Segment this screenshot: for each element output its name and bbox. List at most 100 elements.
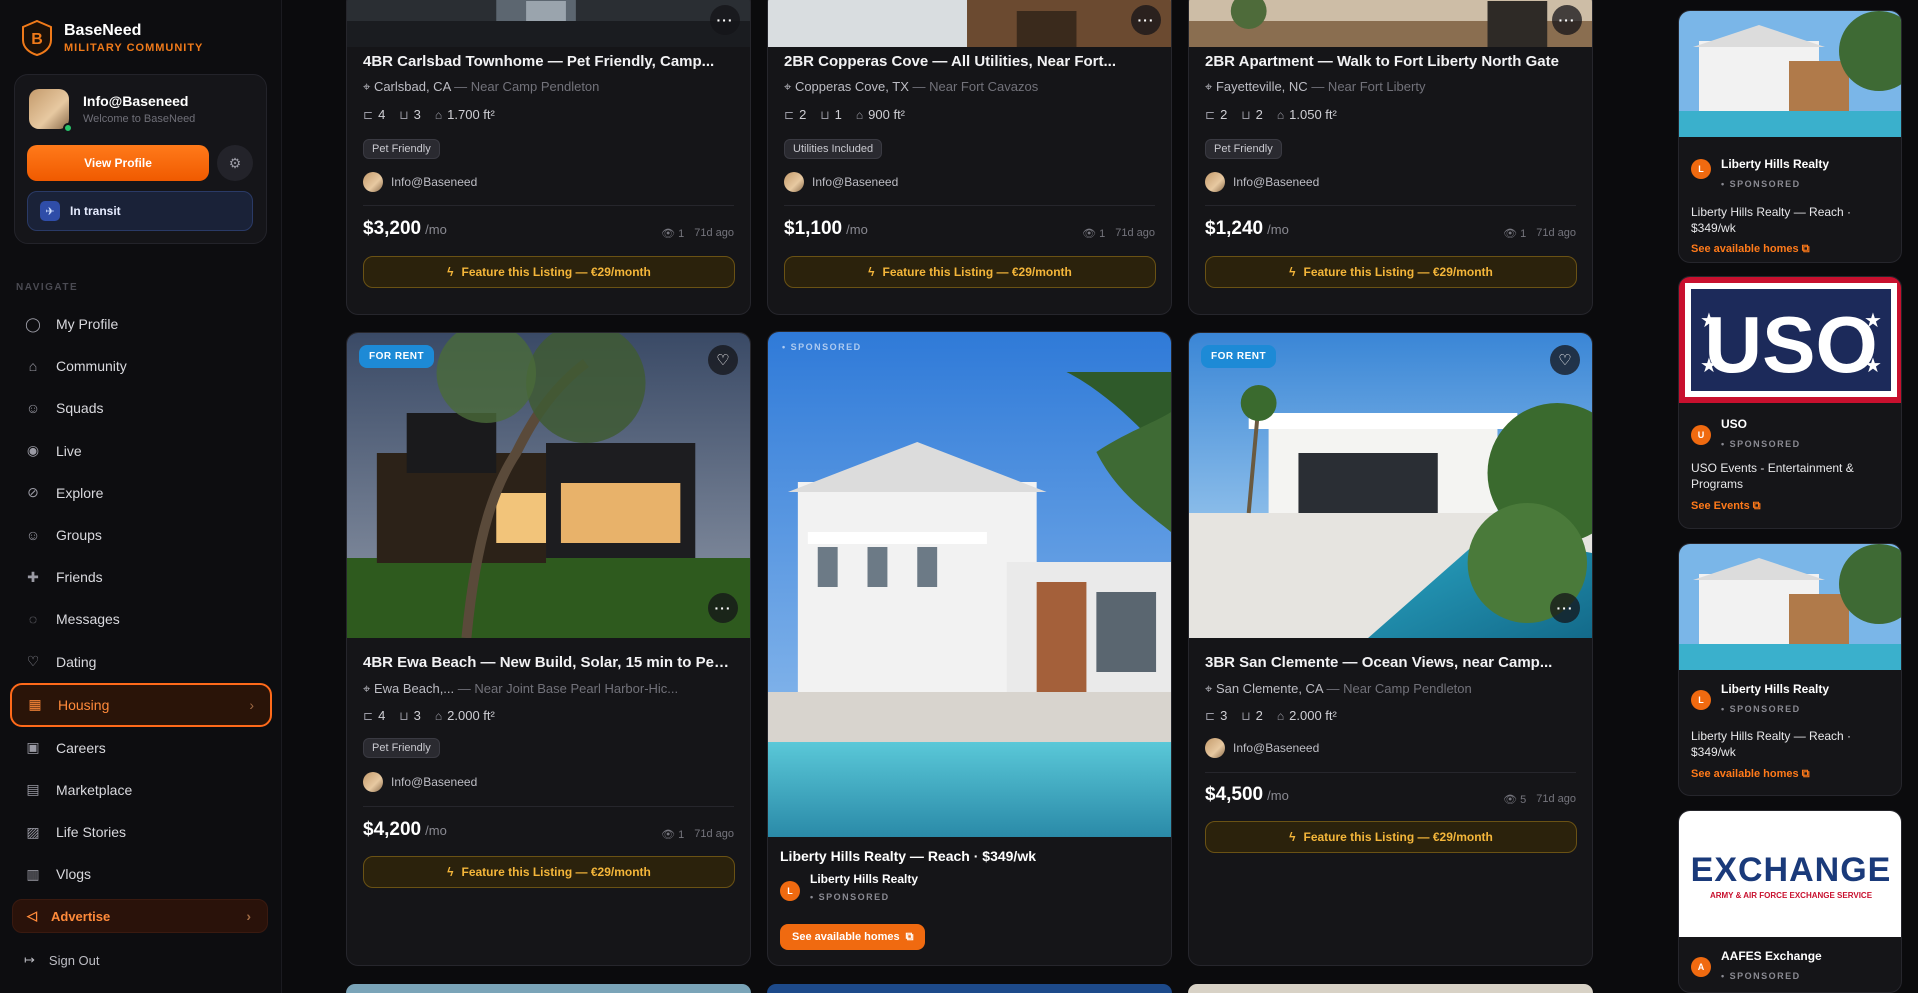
listing-photo[interactable]	[768, 0, 1171, 47]
listing-photo[interactable]	[1189, 333, 1592, 638]
area-value: 1.050 ft²	[1289, 107, 1337, 122]
nav-item-marketplace[interactable]: ▤ Marketplace	[10, 769, 270, 811]
megaphone-icon: ◁	[27, 908, 37, 923]
feature-label: Feature this Listing — €29/month	[461, 865, 651, 879]
listing-owner[interactable]: Info@Baseneed	[363, 772, 477, 792]
feature-listing-button[interactable]: ϟ Feature this Listing — €29/month	[1205, 256, 1577, 288]
brand-subtitle: MILITARY COMMUNITY	[64, 42, 204, 54]
views-count: 👁 1	[1082, 228, 1106, 240]
see-available-homes-button[interactable]: See available homes ⧉	[780, 924, 926, 950]
nav-item-label: Marketplace	[56, 781, 133, 798]
listing-owner[interactable]: Info@Baseneed	[784, 172, 898, 192]
nav-item-groups[interactable]: ☺ Groups	[10, 514, 270, 556]
nav-item-housing[interactable]: ▦ Housing ›	[10, 682, 272, 727]
ad-link[interactable]: See available homes ⧉	[1691, 768, 1810, 781]
more-options-icon[interactable]: ···	[1131, 5, 1161, 35]
sign-out-button[interactable]: ↦ Sign Out	[24, 952, 100, 968]
views-count: 👁 1	[661, 228, 685, 240]
favorite-heart-icon[interactable]: ♡	[708, 345, 738, 375]
nav-item-community[interactable]: ⌂ Community	[10, 345, 270, 387]
svg-text:★: ★	[1700, 310, 1718, 332]
listing-card-peek[interactable]	[346, 984, 751, 993]
listing-card[interactable]: FOR RENT ♡ ··· 3BR San Clemente — Ocean …	[1188, 332, 1593, 966]
ad-brand[interactable]: L Liberty Hills Realty • SPONSORED	[1691, 682, 1829, 714]
sponsored-title[interactable]: Liberty Hills Realty — Reach · $349/wk	[780, 848, 1036, 864]
listing-photo[interactable]	[347, 0, 750, 47]
feature-label: Feature this Listing — €29/month	[882, 265, 1072, 279]
ad-link[interactable]: See Events ⧉	[1691, 500, 1761, 513]
ad-card[interactable]: L Liberty Hills Realty • SPONSORED Libert…	[1678, 543, 1902, 796]
ad-brand[interactable]: L Liberty Hills Realty • SPONSORED	[1691, 157, 1829, 189]
view-profile-button[interactable]: View Profile	[27, 145, 209, 181]
divider	[1205, 205, 1576, 206]
listing-owner[interactable]: Info@Baseneed	[1205, 172, 1319, 192]
ad-link[interactable]: See available homes ⧉	[1691, 243, 1810, 256]
more-options-icon[interactable]: ···	[710, 5, 740, 35]
listing-title[interactable]: 4BR Carlsbad Townhome — Pet Friendly, Ca…	[363, 53, 735, 70]
group-icon: ☺	[25, 527, 41, 544]
nav-item-live[interactable]: ◉ Live	[10, 430, 270, 472]
bolt-icon: ϟ	[868, 265, 875, 279]
uso-logo[interactable]: USO ★ ★ ★ ★	[1679, 277, 1902, 403]
listing-title[interactable]: 3BR San Clemente — Ocean Views, near Cam…	[1205, 654, 1577, 671]
listing-card-peek[interactable]	[1188, 984, 1593, 993]
user-plus-icon: ✚	[27, 568, 39, 585]
nav-item-messages[interactable]: ◌ Messages	[10, 598, 270, 640]
more-options-icon[interactable]: ···	[708, 593, 738, 623]
nav-item-my-profile[interactable]: ◯ My Profile	[10, 303, 270, 345]
more-options-icon[interactable]: ···	[1550, 593, 1580, 623]
advertise-button[interactable]: ◁ Advertise ›	[12, 899, 268, 933]
exchange-logo[interactable]: EXCHANGE ARMY & AIR FORCE EXCHANGE SERVI…	[1679, 811, 1901, 937]
sponsored-photo[interactable]	[768, 332, 1171, 837]
price-value: $3,200	[363, 218, 422, 239]
feature-listing-button[interactable]: ϟ Feature this Listing — €29/month	[363, 256, 735, 288]
external-link-icon: ⧉	[1801, 768, 1810, 780]
listing-card-peek[interactable]	[767, 984, 1172, 993]
feature-label: Feature this Listing — €29/month	[461, 265, 651, 279]
brand[interactable]: B BaseNeed MILITARY COMMUNITY	[22, 20, 203, 56]
ad-card[interactable]: USO ★ ★ ★ ★ U USO • SPONSORED USO Events - E…	[1678, 276, 1902, 529]
sponsored-listing-card[interactable]: • SPONSORED Liberty Hills Realty — Reach…	[767, 331, 1172, 966]
ad-photo[interactable]	[1679, 544, 1902, 670]
favorite-heart-icon[interactable]: ♡	[1550, 345, 1580, 375]
nav-item-dating[interactable]: ♡ Dating	[10, 641, 270, 683]
ad-brand[interactable]: A AAFES Exchange • SPONSORED	[1691, 949, 1822, 981]
listing-card[interactable]: ··· 4BR Carlsbad Townhome — Pet Friendly…	[346, 0, 751, 315]
listing-title[interactable]: 4BR Ewa Beach — New Build, Solar, 15 min…	[363, 654, 735, 671]
listing-card[interactable]: ··· 2BR Copperas Cove — All Utilities, N…	[767, 0, 1172, 315]
sponsor-brand[interactable]: L Liberty Hills Realty • SPONSORED	[780, 872, 918, 902]
nav-item-vlogs[interactable]: ▥ Vlogs	[10, 853, 270, 895]
listing-owner[interactable]: Info@Baseneed	[363, 172, 477, 192]
nav-item-friends[interactable]: ✚ Friends	[10, 556, 270, 598]
listing-title[interactable]: 2BR Copperas Cove — All Utilities, Near …	[784, 53, 1156, 70]
ad-text: Liberty Hills Realty — Reach · $349/wk	[1691, 205, 1852, 235]
listing-card[interactable]: ··· 2BR Apartment — Walk to Fort Liberty…	[1188, 0, 1593, 315]
ad-card[interactable]: L Liberty Hills Realty • SPONSORED Libert…	[1678, 10, 1902, 263]
ad-photo[interactable]	[1679, 11, 1902, 137]
feature-listing-button[interactable]: ϟ Feature this Listing — €29/month	[363, 856, 735, 888]
feature-listing-button[interactable]: ϟ Feature this Listing — €29/month	[784, 256, 1156, 288]
more-options-icon[interactable]: ···	[1552, 5, 1582, 35]
nav-item-life-stories[interactable]: ▨ Life Stories	[10, 811, 270, 853]
price-period: /mo	[425, 823, 447, 838]
area-icon: ⌂	[855, 107, 864, 122]
nav-item-careers[interactable]: ▣ Careers	[10, 727, 270, 769]
user-icon: ◯	[25, 315, 41, 332]
ad-text: Liberty Hills Realty — Reach · $349/wk	[1691, 729, 1852, 759]
nav-item-explore[interactable]: ⊘ Explore	[10, 472, 270, 514]
transit-status-button[interactable]: ✈ In transit	[27, 191, 253, 231]
listing-card[interactable]: FOR RENT ♡ ··· 4BR Ewa Beach — New Build…	[346, 332, 751, 966]
listing-owner[interactable]: Info@Baseneed	[1205, 738, 1319, 758]
listing-photo[interactable]	[347, 333, 750, 638]
sponsored-label: • SPONSORED	[1721, 439, 1801, 449]
feature-listing-button[interactable]: ϟ Feature this Listing — €29/month	[1205, 821, 1577, 853]
nav-item-squads[interactable]: ☺ Squads	[10, 387, 270, 429]
ad-card[interactable]: EXCHANGE ARMY & AIR FORCE EXCHANGE SERVI…	[1678, 810, 1902, 993]
external-link-icon: ⧉	[905, 930, 914, 943]
listing-photo[interactable]	[1189, 0, 1592, 47]
ad-brand[interactable]: U USO • SPONSORED	[1691, 417, 1801, 449]
ad-brand-name: Liberty Hills Realty	[1721, 682, 1830, 696]
settings-gear-icon[interactable]: ⚙	[217, 145, 253, 181]
avatar[interactable]	[29, 89, 69, 129]
listing-title[interactable]: 2BR Apartment — Walk to Fort Liberty Nor…	[1205, 53, 1577, 70]
